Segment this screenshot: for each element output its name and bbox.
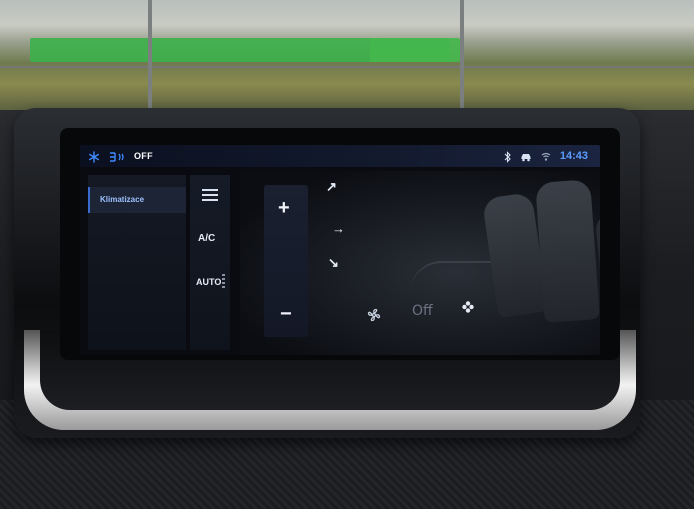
green-fence [370,38,460,62]
climate-side-menu: Klimatizace [88,175,186,350]
fence-pole [460,0,464,110]
bluetooth-icon [504,150,512,163]
airflow-windshield-arrow-icon[interactable]: ↗ [326,179,337,195]
menu-icon[interactable] [202,189,218,201]
status-left: OFF [88,149,153,163]
fence-pole [148,0,152,110]
snowflake-icon[interactable] [88,150,100,163]
ac-button[interactable]: A/C [198,233,215,244]
fan-icon[interactable] [366,307,382,323]
air-quality-icon[interactable] [460,299,476,315]
fan-speed-off-label: Off [412,303,433,319]
temperature-down-button[interactable]: − [280,303,292,326]
car-interior-photo: OFF 14:43 Klimatizace A/C AUTO + − ↗ → ↘… [0,0,694,509]
status-bar: OFF 14:43 [80,145,600,167]
airflow-face-arrow-icon[interactable]: → [332,221,345,236]
temperature-control: + − [264,185,308,337]
status-off-label: OFF [134,151,153,161]
status-right: 14:43 [504,149,588,163]
rear-defrost-icon[interactable] [108,150,126,162]
infotainment-screen: OFF 14:43 Klimatizace A/C AUTO + − ↗ → ↘… [80,145,600,355]
climate-function-panel: A/C AUTO [190,175,230,350]
menu-item-climate[interactable]: Klimatizace [88,187,186,213]
temperature-up-button[interactable]: + [278,197,290,220]
car-icon [520,150,532,162]
fence-wire [0,66,694,68]
front-seat [535,179,600,323]
auto-button[interactable]: AUTO [196,277,221,287]
airflow-feet-arrow-icon[interactable]: ↘ [328,255,339,271]
signal-icon [540,150,552,162]
auto-level-indicator [222,274,225,292]
clock: 14:43 [559,150,588,162]
